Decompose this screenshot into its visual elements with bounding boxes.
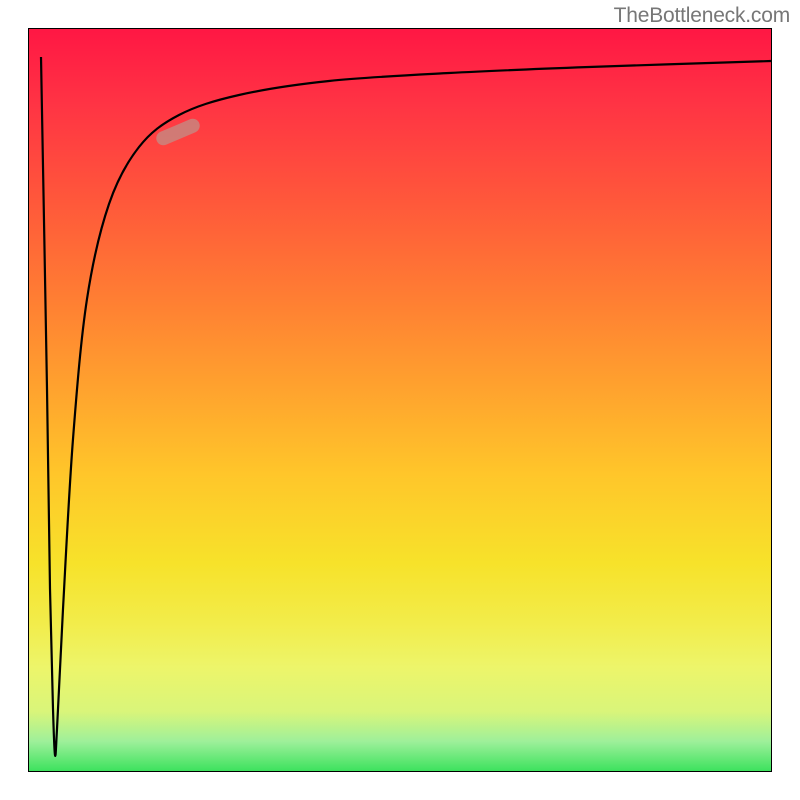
chart-container: TheBottleneck.com — [0, 0, 800, 800]
point-pill-rect — [154, 117, 202, 148]
bottleneck-curve — [41, 57, 771, 756]
watermark-text: TheBottleneck.com — [614, 4, 790, 28]
plot-frame — [28, 28, 772, 772]
highlighted-point-pill — [154, 117, 202, 148]
bottleneck-curve-svg — [29, 29, 771, 771]
